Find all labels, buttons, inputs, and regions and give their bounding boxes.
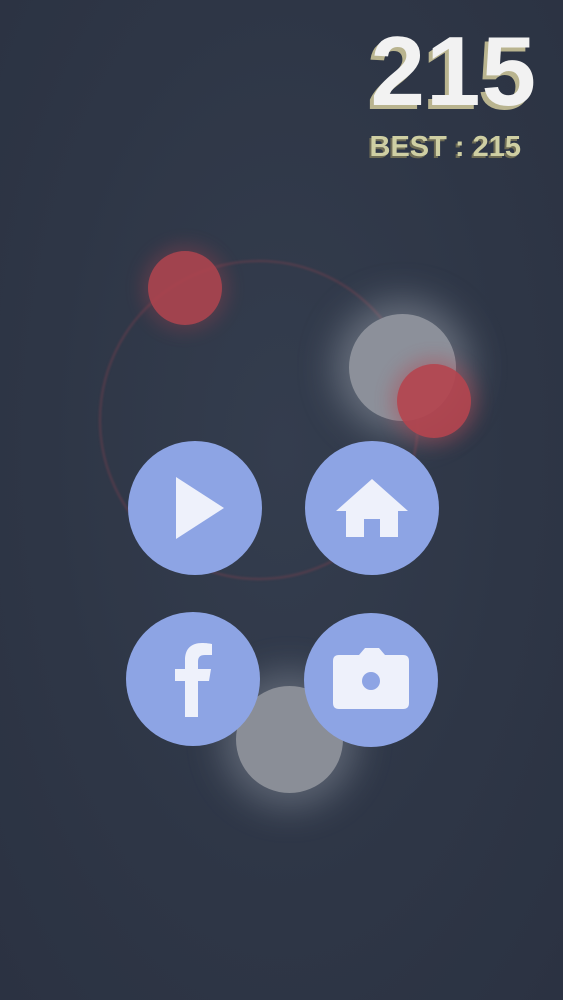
game-screen: 215 BEST : 215 <box>0 0 563 1000</box>
screenshot-button[interactable] <box>304 613 438 747</box>
red-ball <box>397 364 471 438</box>
home-icon <box>336 479 408 537</box>
best-score: BEST : 215 <box>369 131 522 163</box>
score-display: 215 <box>370 16 537 126</box>
play-icon <box>176 477 224 539</box>
red-ball <box>148 251 222 325</box>
home-button[interactable] <box>305 441 439 575</box>
facebook-icon <box>175 643 212 717</box>
facebook-button[interactable] <box>126 612 260 746</box>
play-button[interactable] <box>128 441 262 575</box>
camera-icon <box>333 648 409 709</box>
